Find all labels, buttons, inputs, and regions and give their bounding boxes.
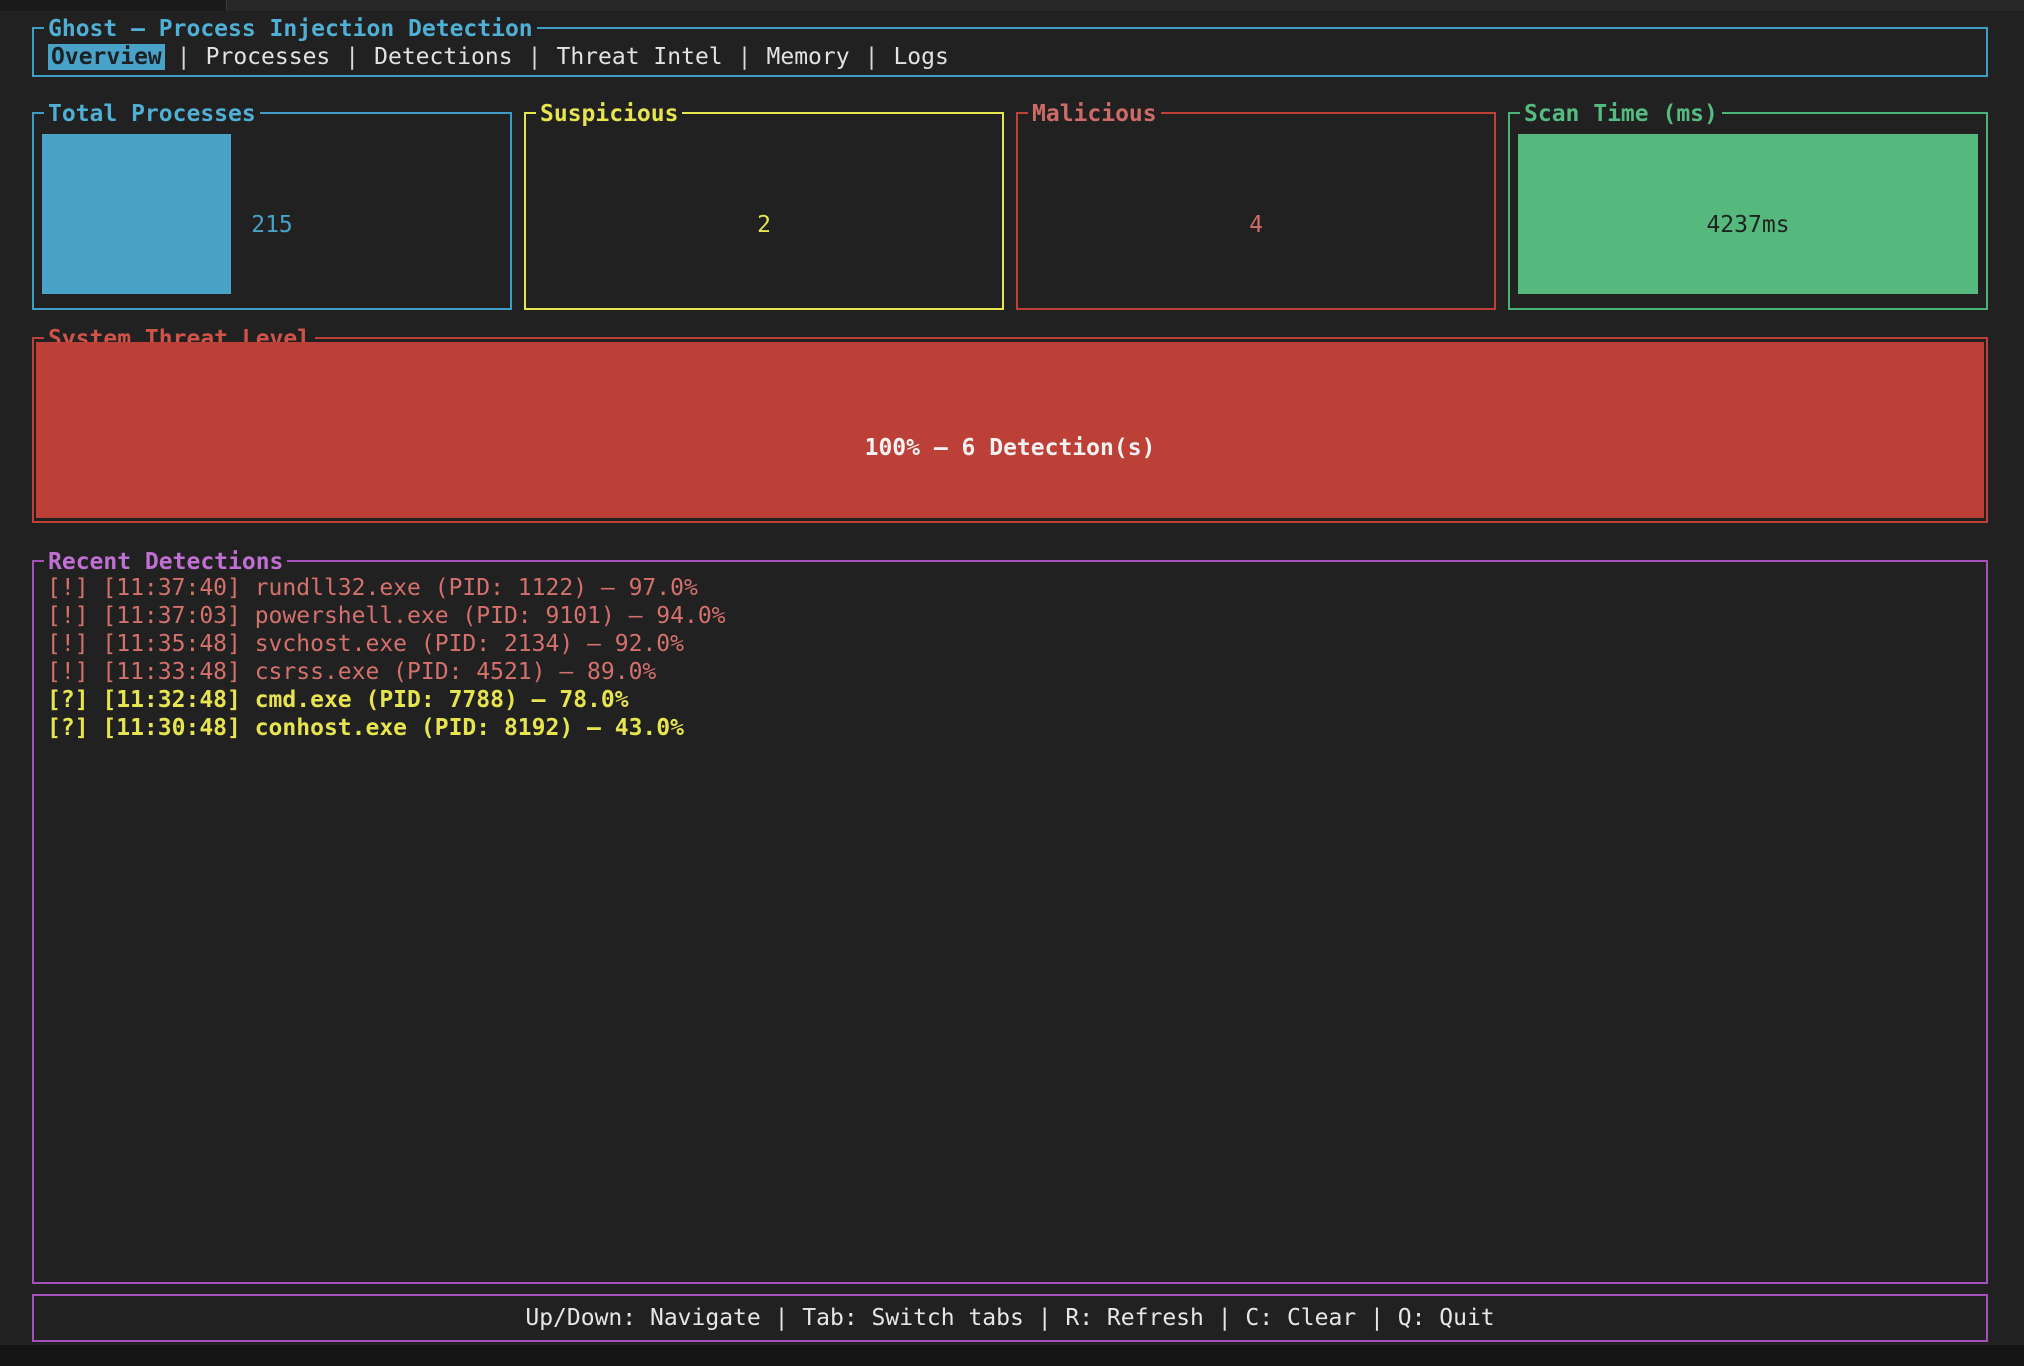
- stat-malicious-panel: Malicious 4: [1016, 112, 1496, 310]
- stat-scan-time-title: Scan Time (ms): [1520, 100, 1722, 128]
- stat-total-processes-panel: Total Processes 215: [32, 112, 512, 310]
- recent-detections-title: Recent Detections: [44, 548, 287, 576]
- tab-memory[interactable]: Memory: [764, 44, 853, 70]
- malicious-gauge: 4: [1026, 134, 1486, 294]
- tab-detections[interactable]: Detections: [371, 44, 515, 70]
- tab-separator: |: [865, 44, 879, 70]
- tab-processes[interactable]: Processes: [203, 44, 334, 70]
- threat-level-label: 100% — 6 Detection(s): [36, 342, 1984, 518]
- footer-panel: Up/Down: Navigate | Tab: Switch tabs | R…: [32, 1294, 1988, 1342]
- suspicious-gauge: 2: [534, 134, 994, 294]
- scan-time-value: 4237ms: [1518, 134, 1978, 294]
- detection-row[interactable]: [!] [11:37:40] rundll32.exe (PID: 1122) …: [47, 574, 1976, 602]
- detection-row[interactable]: [!] [11:33:48] csrss.exe (PID: 4521) — 8…: [47, 658, 1976, 686]
- tab-threat-intel[interactable]: Threat Intel: [553, 44, 725, 70]
- detection-row[interactable]: [?] [11:30:48] conhost.exe (PID: 8192) —…: [47, 714, 1976, 742]
- total-processes-gauge: 215: [42, 134, 502, 294]
- detection-row[interactable]: [?] [11:32:48] cmd.exe (PID: 7788) — 78.…: [47, 686, 1976, 714]
- stat-malicious-title: Malicious: [1028, 100, 1161, 128]
- terminal-bottom-edge: [0, 1345, 2024, 1366]
- tab-separator: |: [528, 44, 542, 70]
- stat-suspicious-panel: Suspicious 2: [524, 112, 1004, 310]
- malicious-value: 4: [1026, 134, 1486, 294]
- tab-bar-tabs: Overview | Processes | Detections | Threat Int…: [48, 29, 952, 75]
- recent-detections-panel: Recent Detections [!] [11:37:40] rundll3…: [32, 560, 1988, 1284]
- threat-level-panel: System Threat Level 100% — 6 Detection(s…: [32, 337, 1988, 523]
- detection-row[interactable]: [!] [11:35:48] svchost.exe (PID: 2134) —…: [47, 630, 1976, 658]
- detections-list: [!] [11:37:40] rundll32.exe (PID: 1122) …: [47, 574, 1976, 742]
- threat-level-gauge: 100% — 6 Detection(s): [36, 342, 1984, 518]
- tab-bar-panel: Ghost — Process Injection Detection Over…: [32, 27, 1988, 77]
- tab-separator: |: [738, 44, 752, 70]
- footer-keybindings: Up/Down: Navigate | Tab: Switch tabs | R…: [34, 1296, 1986, 1340]
- tab-separator: |: [345, 44, 359, 70]
- stat-total-processes-title: Total Processes: [44, 100, 260, 128]
- suspicious-value: 2: [534, 134, 994, 294]
- tab-logs[interactable]: Logs: [890, 44, 951, 70]
- detection-row[interactable]: [!] [11:37:03] powershell.exe (PID: 9101…: [47, 602, 1976, 630]
- stat-suspicious-title: Suspicious: [536, 100, 682, 128]
- stat-scan-time-panel: Scan Time (ms) 4237ms: [1508, 112, 1988, 310]
- scan-time-gauge: 4237ms: [1518, 134, 1978, 294]
- total-processes-value: 215: [42, 134, 502, 294]
- terminal-top-edge: [0, 0, 2024, 11]
- tab-overview[interactable]: Overview: [48, 44, 165, 70]
- tab-separator: |: [177, 44, 191, 70]
- terminal-tab-notch: [0, 0, 227, 11]
